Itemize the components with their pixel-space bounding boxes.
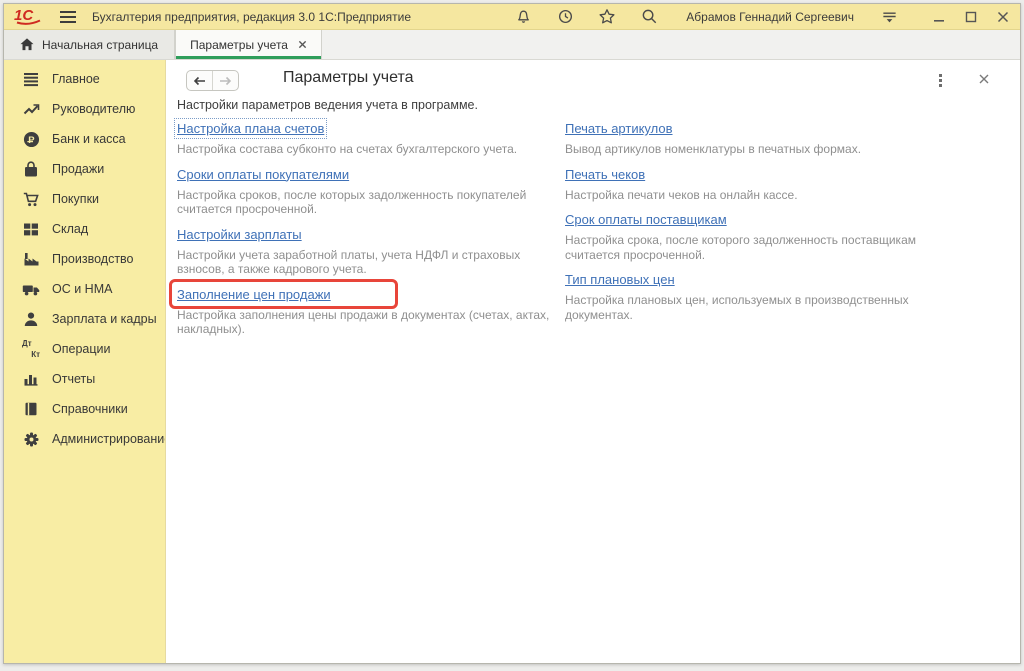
- tab-label: Начальная страница: [42, 38, 158, 52]
- bell-icon[interactable]: [514, 8, 532, 26]
- link-description: Настройка сроков, после которых задолжен…: [177, 188, 552, 217]
- content-panel: Параметры учета Настройки параметров вед…: [166, 60, 1020, 663]
- sidebar-item-label: Операции: [52, 342, 110, 356]
- 1c-logo-icon: 1С: [14, 7, 46, 26]
- sidebar-item-administrirovanie[interactable]: Администрирование: [4, 424, 165, 454]
- ruble-circle-icon: Р: [22, 130, 40, 148]
- main-menu-icon[interactable]: [60, 11, 76, 23]
- sidebar-item-spravochniki[interactable]: Справочники: [4, 394, 165, 424]
- window-title: Бухгалтерия предприятия, редакция 3.0 1С…: [92, 10, 411, 24]
- history-nav-buttons: [186, 70, 239, 91]
- setting-group: Печать артикулов Вывод артикулов номенкл…: [565, 120, 973, 157]
- sidebar-item-label: Склад: [52, 222, 88, 236]
- app-window: 1С Бухгалтерия предприятия, редакция 3.0…: [3, 3, 1021, 664]
- gear-icon: [22, 430, 40, 448]
- sidebar-item-label: Справочники: [52, 402, 128, 416]
- tab-parametry-ucheta[interactable]: Параметры учета: [175, 30, 322, 59]
- link-tip-planovyh-cen[interactable]: Тип плановых цен: [565, 272, 675, 287]
- setting-group: Настройки зарплаты Настройки учета зараб…: [177, 226, 552, 277]
- sidebar-item-pokupki[interactable]: Покупки: [4, 184, 165, 214]
- setting-group: Печать чеков Настройка печати чеков на о…: [565, 166, 973, 203]
- factory-icon: [22, 250, 40, 268]
- link-description: Настройка печати чеков на онлайн кассе.: [565, 188, 973, 203]
- person-icon: [22, 310, 40, 328]
- setting-group-highlighted: Заполнение цен продажи Настройка заполне…: [177, 286, 552, 337]
- grid-icon: [22, 220, 40, 238]
- sidebar-item-label: Отчеты: [52, 372, 95, 386]
- search-icon[interactable]: [640, 8, 658, 26]
- service-settings-icon[interactable]: [880, 8, 898, 26]
- setting-group: Срок оплаты поставщикам Настройка срока,…: [565, 211, 973, 262]
- link-description: Настройка срока, после которого задолжен…: [565, 233, 973, 262]
- sidebar-item-label: Главное: [52, 72, 100, 86]
- sidebar-item-sklad[interactable]: Склад: [4, 214, 165, 244]
- bag-icon: [22, 160, 40, 178]
- tab-home-page[interactable]: Начальная страница: [4, 30, 175, 59]
- sidebar-item-bank-i-kassa[interactable]: Р Банк и касса: [4, 124, 165, 154]
- setting-group: Сроки оплаты покупателями Настройка срок…: [177, 166, 552, 217]
- link-pechat-artikulov[interactable]: Печать артикулов: [565, 121, 673, 136]
- link-description: Настройка плановых цен, используемых в п…: [565, 293, 973, 322]
- settings-column-left: Настройка плана счетов Настройка состава…: [177, 120, 552, 346]
- link-description: Вывод артикулов номенклатуры в печатных …: [565, 142, 973, 157]
- sidebar-item-os-i-nma[interactable]: ОС и НМА: [4, 274, 165, 304]
- window-titlebar: 1С Бухгалтерия предприятия, редакция 3.0…: [4, 4, 1020, 30]
- more-menu-icon[interactable]: [933, 73, 947, 87]
- setting-group: Настройка плана счетов Настройка состава…: [177, 120, 552, 157]
- settings-column-right: Печать артикулов Вывод артикулов номенкл…: [565, 120, 973, 346]
- page-title: Параметры учета: [283, 69, 413, 87]
- sidebar-item-zarplata-i-kadry[interactable]: Зарплата и кадры: [4, 304, 165, 334]
- minimize-icon[interactable]: [932, 10, 946, 24]
- link-srok-oplaty-postavshchikam[interactable]: Срок оплаты поставщикам: [565, 212, 727, 227]
- sidebar-item-label: Администрирование: [52, 432, 166, 446]
- section-sidebar: Главное Руководителю Р Банк и касса: [4, 60, 166, 663]
- close-form-icon[interactable]: [978, 73, 990, 85]
- forward-button[interactable]: [213, 71, 238, 90]
- sidebar-item-prodazhi[interactable]: Продажи: [4, 154, 165, 184]
- sidebar-item-label: Производство: [52, 252, 134, 266]
- link-nastroiki-zarplaty[interactable]: Настройки зарплаты: [177, 227, 302, 242]
- tab-bar: Начальная страница Параметры учета: [4, 30, 1020, 60]
- menu-lines-icon: [22, 70, 40, 88]
- link-description: Настройка состава субконто на счетах бух…: [177, 142, 552, 157]
- close-window-icon[interactable]: [996, 10, 1010, 24]
- maximize-icon[interactable]: [964, 10, 978, 24]
- svg-text:1С: 1С: [14, 7, 34, 24]
- setting-group: Тип плановых цен Настройка плановых цен,…: [565, 271, 973, 322]
- sidebar-item-rukovoditelyu[interactable]: Руководителю: [4, 94, 165, 124]
- sidebar-item-glavnoe[interactable]: Главное: [4, 64, 165, 94]
- screen: 1С Бухгалтерия предприятия, редакция 3.0…: [0, 0, 1024, 671]
- sidebar-item-label: Банк и касса: [52, 132, 126, 146]
- sidebar-item-label: Продажи: [52, 162, 104, 176]
- link-nastroika-plana-schetov[interactable]: Настройка плана счетов: [177, 121, 324, 136]
- link-zapolnenie-cen-prodazhi[interactable]: Заполнение цен продажи: [177, 287, 331, 302]
- settings-columns: Настройка плана счетов Настройка состава…: [177, 120, 1012, 346]
- link-pechat-chekov[interactable]: Печать чеков: [565, 167, 645, 182]
- sidebar-item-label: ОС и НМА: [52, 282, 112, 296]
- dt-kt-icon: ДтКт: [22, 340, 40, 358]
- page-subtitle: Настройки параметров ведения учета в про…: [177, 98, 478, 112]
- sidebar-item-label: Покупки: [52, 192, 99, 206]
- home-icon: [20, 38, 34, 51]
- cart-icon: [22, 190, 40, 208]
- bar-chart-icon: [22, 370, 40, 388]
- star-icon[interactable]: [598, 8, 616, 26]
- trend-arrow-icon: [22, 100, 40, 118]
- book-icon: [22, 400, 40, 418]
- history-icon[interactable]: [556, 8, 574, 26]
- sidebar-item-proizvodstvo[interactable]: Производство: [4, 244, 165, 274]
- link-description: Настройки учета заработной платы, учета …: [177, 248, 552, 277]
- sidebar-item-otchety[interactable]: Отчеты: [4, 364, 165, 394]
- truck-icon: [22, 280, 40, 298]
- tab-close-icon[interactable]: [298, 40, 307, 49]
- sidebar-item-label: Зарплата и кадры: [52, 312, 157, 326]
- sidebar-item-operacii[interactable]: ДтКт Операции: [4, 334, 165, 364]
- svg-text:Р: Р: [28, 134, 34, 145]
- link-sroki-oplaty-pokupatelyami[interactable]: Сроки оплаты покупателями: [177, 167, 349, 182]
- tab-label: Параметры учета: [190, 38, 288, 52]
- back-button[interactable]: [187, 71, 213, 90]
- current-user[interactable]: Абрамов Геннадий Сергеевич: [686, 10, 854, 24]
- link-description: Настройка заполнения цены продажи в доку…: [177, 308, 552, 337]
- sidebar-item-label: Руководителю: [52, 102, 135, 116]
